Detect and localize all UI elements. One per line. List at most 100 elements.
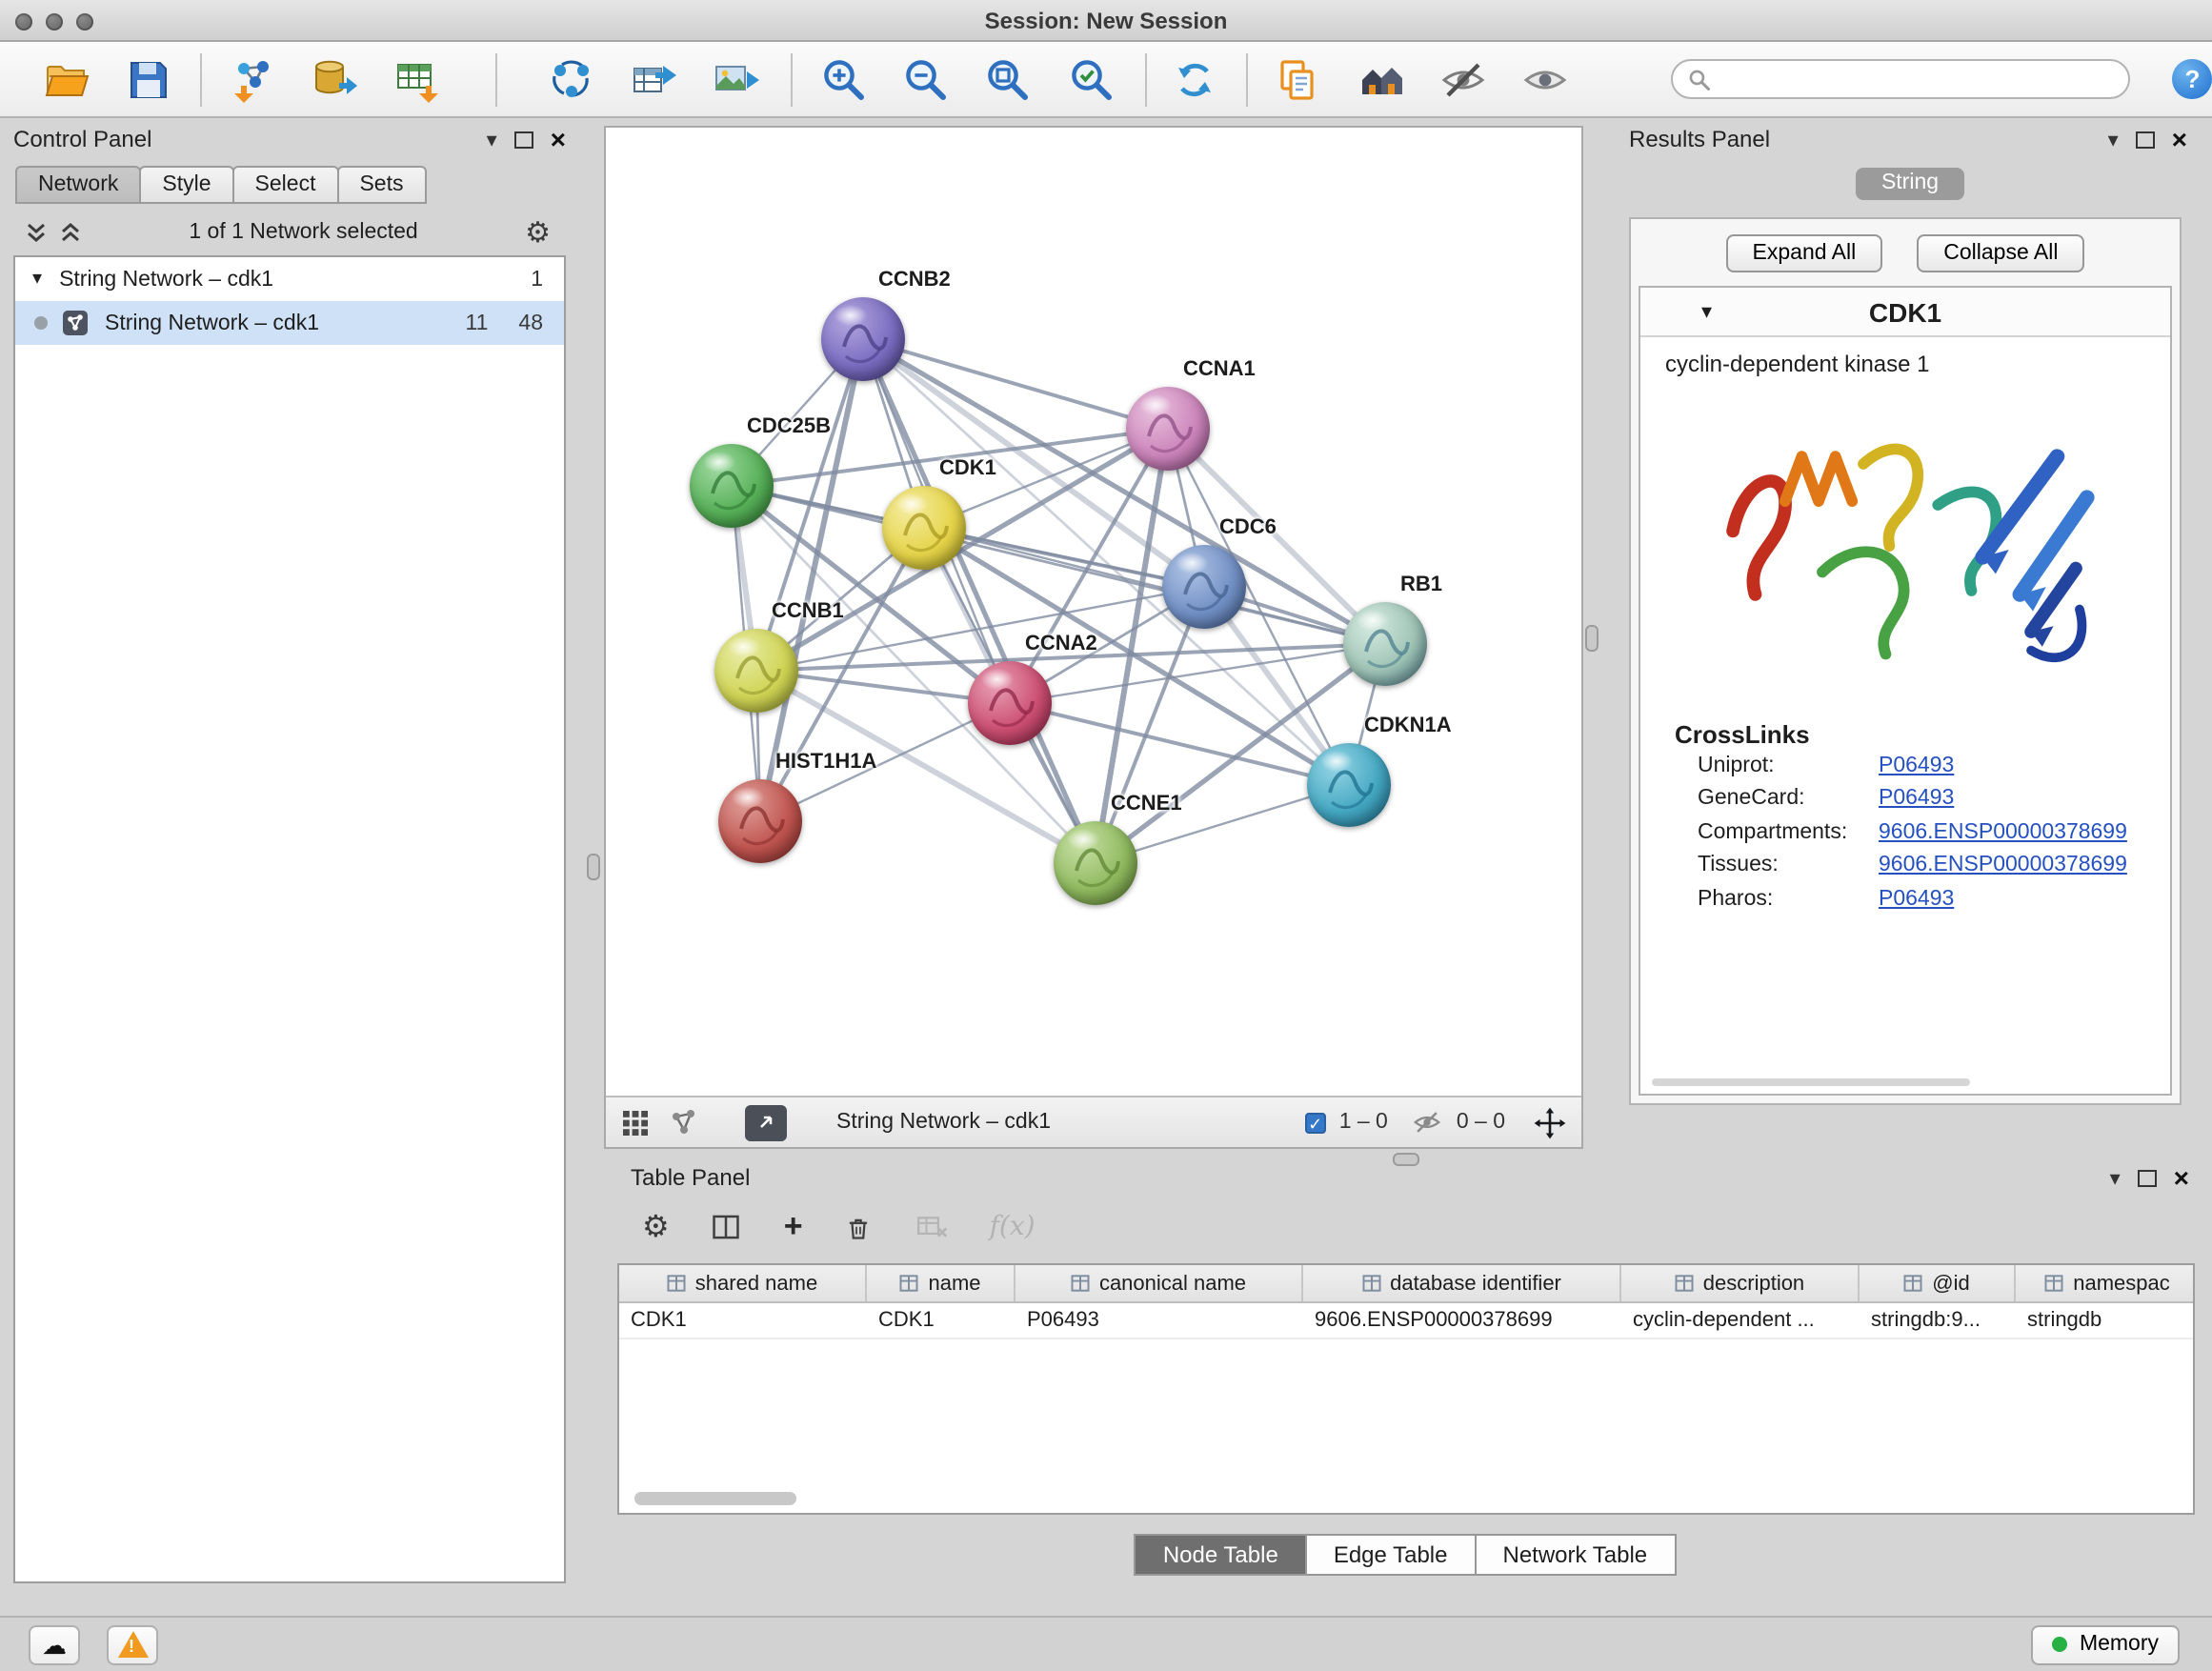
collapse-all-icon[interactable] [25,221,48,244]
tab-network[interactable]: Network [15,166,141,204]
node-label-HIST1H1A: HIST1H1A [775,751,876,774]
network-node-CCNB2[interactable] [821,297,905,381]
birds-eye-button[interactable] [1518,50,1574,108]
tab-edge-table[interactable]: Edge Table [1305,1534,1477,1576]
search-input[interactable] [1720,66,2114,92]
crosslink-link[interactable]: 9606.ENSP00000378699 [1879,855,2127,877]
import-network-file-button[interactable] [226,50,282,108]
tab-style[interactable]: Style [139,166,233,204]
crosslink-link[interactable]: P06493 [1879,755,1954,777]
float-panel-icon[interactable] [514,131,533,148]
selected-checkbox[interactable]: ✓ [1305,1112,1326,1133]
delete-column-button[interactable] [843,1211,875,1243]
panel-menu-icon[interactable]: ▾ [2108,127,2119,151]
zoom-selected-button[interactable] [1064,50,1120,108]
import-network-database-button[interactable] [305,50,361,108]
column-header-database-identifier[interactable]: database identifier [1303,1265,1621,1301]
import-table-file-button[interactable] [390,50,446,108]
help-button[interactable]: ? [2173,59,2212,99]
network-edge-CCNB2-CCNA1[interactable] [863,339,1168,429]
table-cell[interactable]: stringdb:9... [1860,1303,2016,1338]
column-header-namespac[interactable]: namespac [2016,1265,2195,1301]
network-node-HIST1H1A[interactable] [718,779,802,863]
crosslink-link[interactable]: 9606.ENSP00000378699 [1879,821,2127,844]
collapse-all-button[interactable]: Collapse All [1917,234,2084,272]
duplicate-network-button[interactable] [1270,50,1326,108]
column-header-description[interactable]: description [1621,1265,1860,1301]
zoom-out-button[interactable] [897,50,954,108]
expand-all-icon[interactable] [59,221,82,244]
export-image-button[interactable] [708,50,764,108]
grid-view-button[interactable] [621,1108,650,1137]
column-header-name[interactable]: name [867,1265,1016,1301]
export-table-button[interactable] [625,50,681,108]
network-collection-row[interactable]: ▾ String Network – cdk1 1 [15,257,564,301]
show-columns-button[interactable] [710,1210,744,1244]
add-column-button[interactable]: + [784,1208,803,1246]
network-edge-CCNB2-CCNE1[interactable] [863,339,1096,863]
column-header--id[interactable]: @id [1860,1265,2016,1301]
table-cell[interactable]: CDK1 [619,1303,867,1338]
network-glyph-button[interactable] [669,1107,699,1137]
table-cell[interactable]: 9606.ENSP00000378699 [1303,1303,1621,1338]
tab-network-table[interactable]: Network Table [1475,1534,1677,1576]
crosslink-link[interactable]: P06493 [1879,788,1954,811]
network-node-CCNB1[interactable] [714,629,798,713]
network-row[interactable]: String Network – cdk1 11 48 [15,301,564,345]
network-node-CCNE1[interactable] [1054,821,1137,905]
refresh-button[interactable] [1166,50,1222,108]
network-node-CCNA1[interactable] [1126,387,1210,471]
table-cell[interactable]: CDK1 [867,1303,1016,1338]
panel-menu-icon[interactable]: ▾ [487,127,497,151]
collapse-section-icon[interactable]: ▾ [1701,299,1712,324]
splitter-handle[interactable] [587,854,600,880]
network-node-CDC6[interactable] [1162,545,1246,629]
network-selection-summary: 1 of 1 Network selected [82,221,525,244]
expand-all-button[interactable]: Expand All [1726,234,1883,272]
tab-node-table[interactable]: Node Table [1135,1534,1307,1576]
tab-select[interactable]: Select [232,166,339,204]
table-cell[interactable]: cyclin-dependent ... [1621,1303,1860,1338]
table-row[interactable]: CDK1CDK1P064939606.ENSP00000378699cyclin… [619,1303,2193,1339]
network-canvas[interactable]: CCNB2CCNA1CDC25BCDK1CDC6RB1CCNB1CCNA2CDK… [606,128,1581,1096]
network-edge-CCNB2-HIST1H1A[interactable] [760,339,863,821]
pan-move-icon[interactable] [1534,1106,1566,1138]
close-panel-icon[interactable]: × [551,130,566,149]
network-node-CDC25B[interactable] [690,444,774,528]
save-session-button[interactable] [121,50,177,108]
table-horizontal-scrollbar[interactable] [634,1492,796,1505]
panel-menu-icon[interactable]: ▾ [2110,1165,2121,1190]
float-panel-icon[interactable] [2136,131,2155,148]
open-session-button[interactable] [38,50,94,108]
new-network-button[interactable] [544,50,600,108]
results-scrollbar[interactable] [1652,1078,1970,1086]
first-neighbors-button[interactable] [1354,50,1410,108]
network-node-CDKN1A[interactable] [1307,743,1391,827]
zoom-fit-button[interactable] [980,50,1036,108]
gear-icon[interactable]: ⚙ [525,215,551,250]
zoom-in-button[interactable] [816,50,873,108]
crosslink-link[interactable]: P06493 [1879,888,1954,911]
table-settings-gear-icon[interactable]: ⚙ [642,1208,670,1246]
tab-sets[interactable]: Sets [336,166,426,204]
graphics-details-button[interactable] [1435,50,1491,108]
column-header-canonical-name[interactable]: canonical name [1016,1265,1303,1301]
table-cell[interactable]: stringdb [2016,1303,2195,1338]
open-view-button[interactable] [745,1104,787,1140]
warning-icon: ! [117,1631,148,1658]
close-panel-icon[interactable]: × [2172,130,2187,149]
table-cell[interactable]: P06493 [1016,1303,1303,1338]
tree-expanded-icon[interactable]: ▾ [32,269,42,290]
warnings-button[interactable]: ! [107,1624,158,1664]
float-panel-icon[interactable] [2138,1169,2157,1186]
cloud-status-button[interactable]: ☁ [29,1624,80,1664]
network-node-CCNA2[interactable] [968,661,1052,745]
crosslink-label: Uniprot: [1698,755,1879,777]
network-node-RB1[interactable] [1343,602,1427,686]
tab-string[interactable]: String [1857,167,1963,199]
column-header-shared-name[interactable]: shared name [619,1265,867,1301]
splitter-handle[interactable] [1585,625,1599,652]
memory-button[interactable]: Memory [2032,1624,2180,1664]
network-node-CDK1[interactable] [882,486,966,570]
close-panel-icon[interactable]: × [2174,1168,2189,1187]
